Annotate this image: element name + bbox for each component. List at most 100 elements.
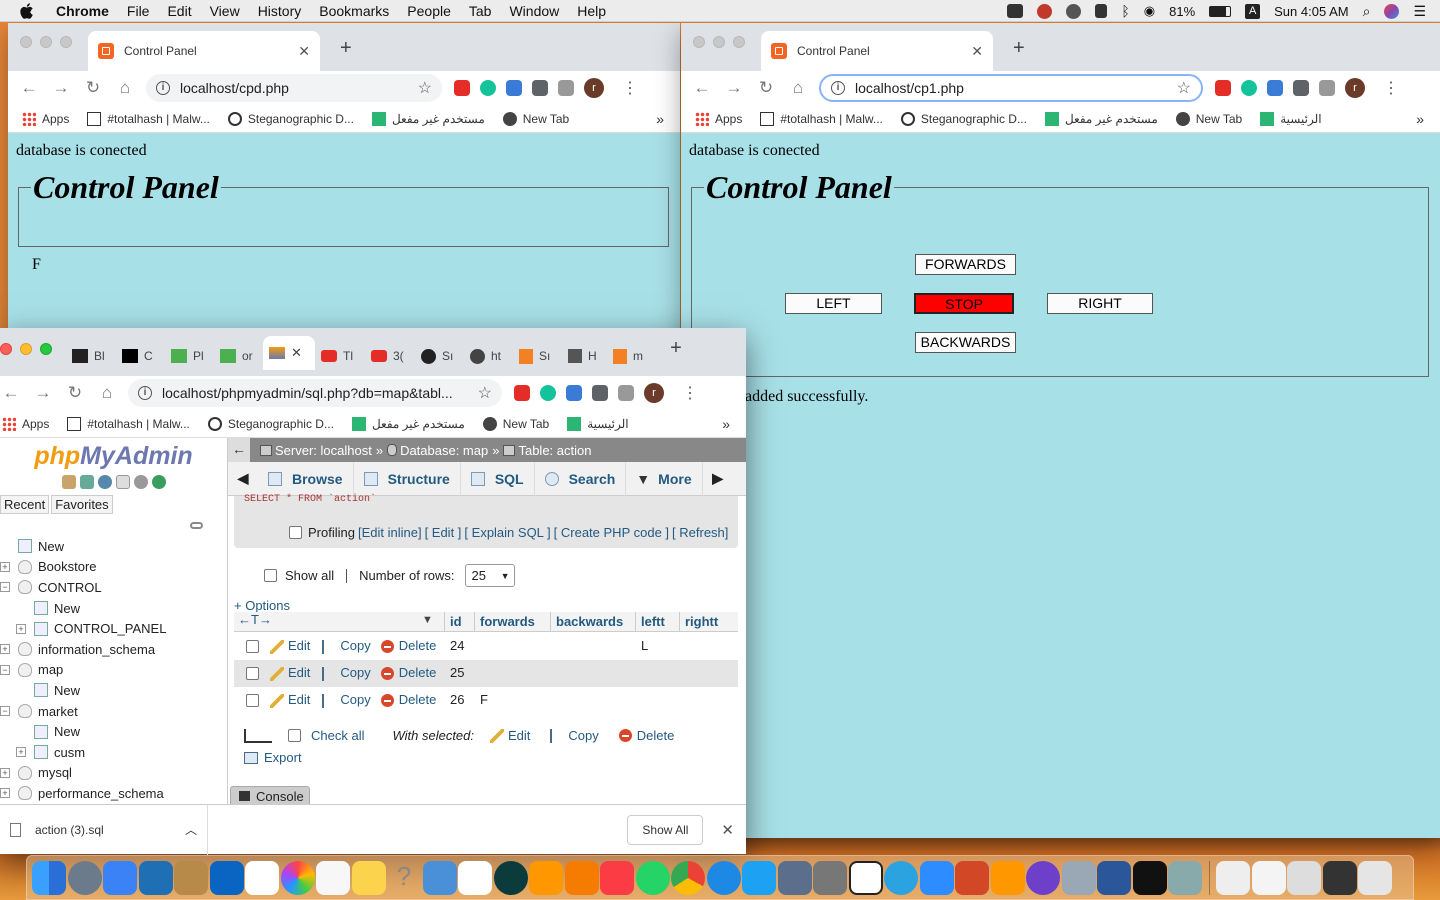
close-downloads-icon[interactable]: ✕ [721,821,734,839]
chrome-menu-icon[interactable]: ⋮ [622,78,638,98]
bookmark-stego[interactable]: Steganographic D... [207,416,334,431]
preferences-icon[interactable] [1168,860,1202,895]
tree-node[interactable]: + cusm [0,742,227,763]
tab-w3-1[interactable]: Pl [165,342,214,370]
tab-youtube-1[interactable]: Tl [315,342,365,370]
help-icon[interactable]: ? [387,861,421,895]
export-button[interactable]: Export [264,750,302,765]
bookmark-totalhash[interactable]: #totalhash | Malw... [87,111,210,126]
close-tab-icon[interactable]: ✕ [971,43,983,60]
tab-bootstrap-1[interactable]: Bl [66,342,116,370]
expand-toggle-icon[interactable] [16,685,26,695]
chevron-up-icon[interactable]: ︿ [185,821,197,838]
textedit-icon[interactable] [458,860,492,895]
g-app-icon[interactable] [848,860,883,895]
extensions-puzzle-icon[interactable] [532,80,548,96]
media-control-icon[interactable] [1319,80,1335,96]
tab-w3-2[interactable]: or [214,342,263,370]
bookmark-star-icon[interactable]: ☆ [478,383,492,403]
menu-tab[interactable]: Tab [469,3,492,19]
close-tab-icon[interactable]: ✕ [298,43,310,60]
siri-icon[interactable] [1384,3,1400,19]
notification-badge-icon[interactable] [1037,3,1053,19]
tab-phpmyadmin-active[interactable]: ✕ [263,336,315,370]
readaloud-ext-icon[interactable] [506,80,522,96]
battery-icon[interactable] [1209,5,1232,17]
address-bar[interactable]: i localhost/phpmyadmin/sql.php?db=map&ta… [128,379,502,407]
word-icon[interactable] [1097,860,1131,895]
reload-icon[interactable]: ↻ [64,383,86,403]
cell-leftt[interactable]: L [641,638,648,653]
bookmarks-overflow-icon[interactable]: » [656,111,664,127]
right-button[interactable]: RIGHT [1047,293,1153,314]
tab-control-panel[interactable]: Control Panel ✕ [761,31,993,71]
archive-icon[interactable] [174,860,208,895]
bulk-copy-button[interactable]: Copy [568,728,598,743]
calendar-icon[interactable] [245,860,279,895]
launchpad-icon[interactable] [67,860,102,895]
tab-structure[interactable]: Structure [354,461,461,496]
minimize-window-button[interactable] [40,36,52,48]
expand-toggle-icon[interactable] [16,727,26,737]
tab-sql[interactable]: SQL [461,461,535,496]
expand-toggle-icon[interactable]: + [0,561,10,572]
chrome-menu-icon[interactable]: ⋮ [1383,78,1399,98]
row-delete-button[interactable]: Delete [399,665,437,680]
collapse-nav-button[interactable]: ← [228,438,250,462]
reload-icon[interactable]: ↻ [82,78,104,98]
tab-youtube-2[interactable]: 3( [365,342,415,370]
home-icon[interactable]: ⌂ [96,383,118,403]
recent-tab[interactable]: Recent [0,495,50,514]
bookmark-apps[interactable]: Apps [22,111,69,126]
logout-icon[interactable] [79,475,94,489]
close-window-button[interactable] [20,36,32,48]
tab-browse[interactable]: Browse [258,461,354,496]
extensions-puzzle-icon[interactable] [592,385,608,401]
bulk-edit-button[interactable]: Edit [508,728,530,743]
chrome-icon[interactable] [671,860,705,895]
check-all-checkbox[interactable] [288,729,301,742]
extensions-puzzle-icon[interactable] [1293,80,1309,96]
expand-toggle-icon[interactable]: − [0,664,10,675]
wifi-icon[interactable]: ◉ [1144,3,1155,19]
tab-stackoverflow[interactable]: Sı [513,342,562,370]
show-all-checkbox[interactable] [264,569,277,582]
tab-web-1[interactable]: ht [464,342,513,370]
profile-avatar[interactable]: r [644,383,664,403]
back-icon[interactable]: ← [0,383,22,403]
menu-view[interactable]: View [210,3,240,19]
row-edit-button[interactable]: Edit [288,692,310,707]
bookmark-newtab[interactable]: New Tab [502,111,569,126]
menu-edit[interactable]: Edit [167,3,191,19]
breadcrumb-database[interactable]: Database: map [400,443,488,458]
edit-link[interactable]: [ Edit ] [425,525,462,540]
youtube-ext-icon[interactable] [514,385,530,401]
media-control-icon[interactable] [618,385,634,401]
address-bar[interactable]: i localhost/cpd.php ☆ [146,74,442,102]
phpmyadmin-logo[interactable]: phpMyAdmin [0,442,227,471]
refresh-link[interactable]: [ Refresh] [672,525,728,540]
help-icon[interactable] [97,475,112,489]
profiling-checkbox[interactable] [289,526,302,539]
bookmark-stego[interactable]: Steganographic D... [900,111,1027,126]
grammarly-ext-icon[interactable] [540,385,556,401]
safari-icon[interactable] [706,860,741,895]
expand-toggle-icon[interactable]: + [0,788,10,799]
home-icon[interactable]: ⌂ [114,78,136,98]
row-delete-button[interactable]: Delete [399,638,437,653]
photos-icon[interactable] [280,860,315,895]
grammarly-ext-icon[interactable] [480,80,496,96]
whatsapp-icon[interactable] [635,860,670,895]
profile-avatar[interactable]: r [1345,78,1365,98]
info-icon[interactable]: i [156,81,170,95]
tab-m[interactable]: m [607,342,656,370]
close-window-button[interactable] [693,36,705,48]
tab-more[interactable]: ▼ More [626,461,703,496]
github-desktop-icon[interactable] [1026,860,1060,895]
show-all-downloads-button[interactable]: Show All [627,814,704,845]
new-tab-button[interactable]: + [1013,37,1025,60]
zoom-window-button[interactable] [40,343,52,355]
bookmark-arabic2[interactable]: الرئيسية [567,416,629,431]
row-checkbox[interactable] [246,694,259,707]
close-tab-icon[interactable]: ✕ [291,345,302,361]
